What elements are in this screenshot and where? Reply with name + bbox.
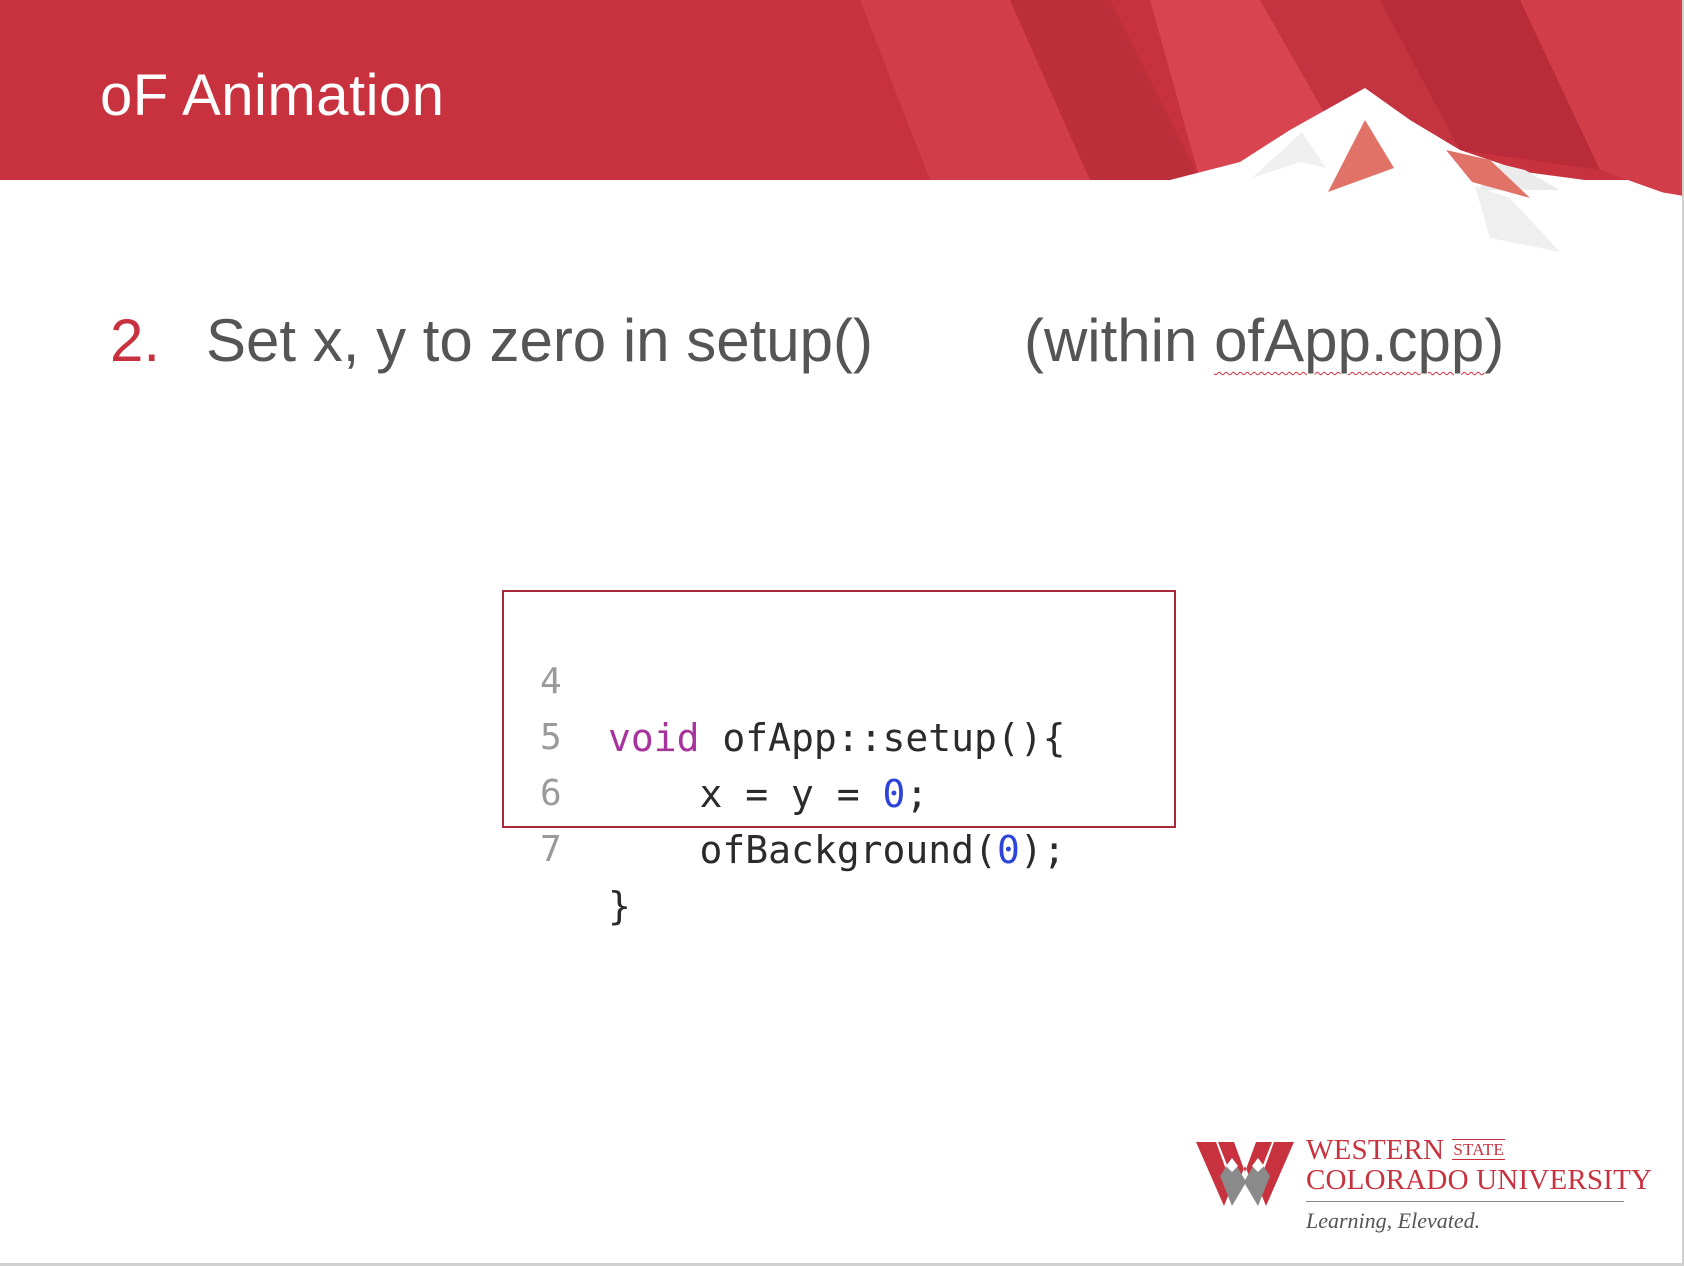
logo-name-line2: COLORADO UNIVERSITY: [1306, 1164, 1653, 1196]
code-plain: ;: [905, 772, 929, 816]
code-text: ofBackground(0);: [608, 822, 1066, 878]
step-note: (within ofApp.cpp): [1024, 306, 1504, 375]
western-w-mountain-icon: [1196, 1142, 1294, 1206]
code-plain: ofBackground(: [608, 828, 997, 872]
code-text: void ofApp::setup(){: [608, 710, 1066, 766]
code-plain: x = y =: [608, 772, 883, 816]
step-text: Set x, y to zero in setup(): [206, 307, 873, 374]
step-instruction: 2. Set x, y to zero in setup(): [110, 306, 873, 375]
code-text: }: [608, 878, 631, 934]
logo-divider: [1306, 1201, 1624, 1202]
code-line: 5 x = y = 0;: [504, 654, 928, 816]
step-number: 2.: [110, 307, 161, 374]
code-line: 7 }: [504, 766, 641, 928]
university-logo: WESTERN STATE COLORADO UNIVERSITY Learnin…: [1196, 1132, 1652, 1242]
logo-state: STATE: [1452, 1139, 1505, 1160]
step-note-file: ofApp.cpp: [1214, 307, 1485, 374]
header-banner: [0, 0, 1684, 260]
logo-western: WESTERN: [1306, 1134, 1445, 1166]
code-number: 0: [882, 772, 906, 816]
code-line: 4 void ofApp::setup(){: [504, 598, 1066, 760]
logo-tagline: Learning, Elevated.: [1306, 1208, 1481, 1233]
code-plain: ofApp::setup(){: [699, 716, 1066, 760]
line-number: 7: [540, 829, 562, 870]
code-plain: }: [608, 884, 631, 928]
code-plain: );: [1019, 828, 1066, 872]
step-note-prefix: (within: [1024, 307, 1215, 374]
code-line: 6 ofBackground(0);: [504, 710, 1066, 872]
code-text: x = y = 0;: [608, 766, 929, 822]
step-note-suffix: ): [1484, 307, 1505, 374]
slide: oF Animation 2. Set x, y to zero in setup…: [0, 0, 1684, 1266]
slide-title: oF Animation: [100, 63, 445, 128]
logo-name-line1: WESTERN STATE: [1306, 1134, 1505, 1167]
code-snippet: 4 void ofApp::setup(){ 5 x = y = 0; 6 of…: [502, 590, 1176, 928]
code-number: 0: [996, 828, 1020, 872]
